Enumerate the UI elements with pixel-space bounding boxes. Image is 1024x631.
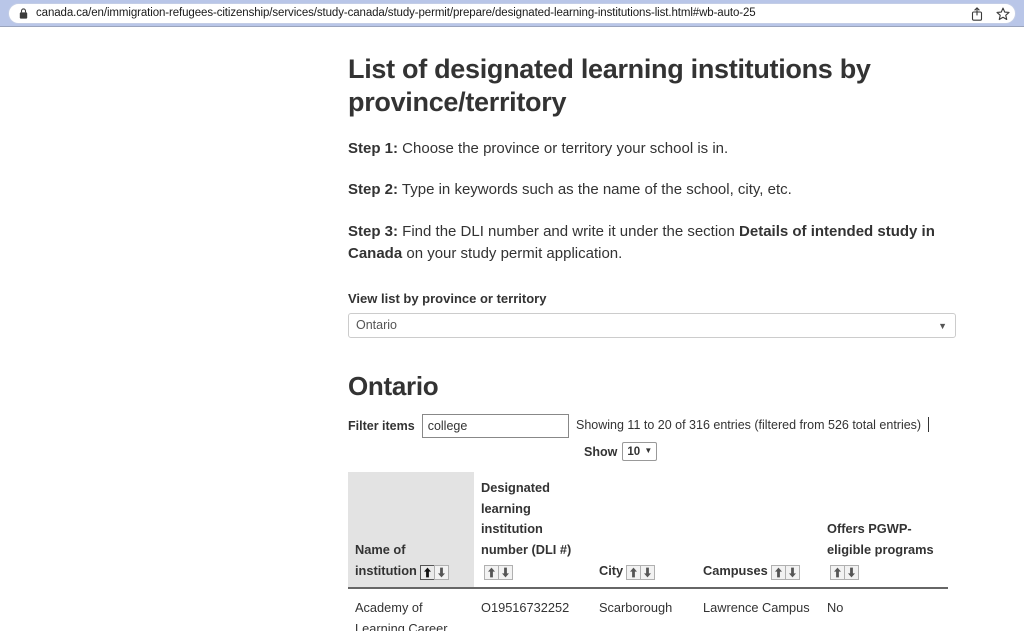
province-select-wrapper: Ontario ▼ [348, 312, 956, 338]
sort-descending-icon[interactable] [498, 564, 513, 580]
province-heading: Ontario [348, 370, 439, 401]
column-header-label: Campuses [703, 562, 768, 578]
step-1-label: Step 1: [348, 139, 399, 157]
filter-group: Filter items [348, 413, 569, 438]
sort-controls [770, 564, 800, 580]
sort-ascending-icon[interactable] [484, 564, 499, 580]
column-header-label: Name of institution [355, 542, 417, 578]
column-header-label: City [599, 562, 624, 578]
star-icon[interactable] [996, 7, 1010, 21]
sort-descending-icon[interactable] [844, 564, 859, 580]
sort-descending-icon[interactable] [433, 564, 449, 580]
sort-controls [830, 564, 859, 580]
table-header-row: Name of institution Designated learning … [348, 471, 948, 590]
table-info-text: Showing 11 to 20 of 316 entries (filtere… [576, 417, 922, 432]
step-3: Step 3: Find the DLI number and write it… [348, 221, 956, 266]
cell-dli: O19516732252 [474, 588, 592, 631]
filter-input[interactable] [421, 413, 569, 438]
browser-toolbar: canada.ca/en/immigration-refugees-citize… [0, 0, 1024, 27]
show-select-wrapper: 10 ▼ [622, 442, 658, 462]
share-icon[interactable] [971, 6, 983, 21]
step-1: Step 1: Choose the province or territory… [348, 138, 956, 161]
show-entries-select[interactable]: 10 [622, 442, 658, 462]
province-select-label: View list by province or territory [348, 290, 547, 306]
table-body: Academy of Learning Career and Business … [348, 588, 948, 631]
step-2-text: Type in keywords such as the name of the… [398, 181, 792, 199]
sort-ascending-icon[interactable] [770, 564, 786, 580]
dli-table: Name of institution Designated learning … [348, 471, 948, 631]
sort-controls [484, 564, 513, 580]
step-3-text-before: Find the DLI number and write it under t… [398, 222, 740, 240]
cell-name: Academy of Learning Career and Business … [348, 588, 474, 631]
sort-ascending-icon[interactable] [830, 564, 845, 580]
sort-descending-icon[interactable] [784, 564, 800, 580]
column-header-offers-pgwp[interactable]: Offers PGWP-eligible programs [820, 471, 948, 590]
table-info: Showing 11 to 20 of 316 entries (filtere… [576, 416, 930, 432]
cell-campuses: Lawrence Campus [696, 588, 820, 631]
sort-ascending-icon[interactable] [419, 564, 435, 580]
browser-actions [971, 0, 1010, 27]
province-select[interactable]: Ontario [348, 312, 956, 338]
url-text: canada.ca/en/immigration-refugees-citize… [36, 7, 756, 19]
column-header-dli-number[interactable]: Designated learning institution number (… [474, 471, 592, 590]
page-viewport: List of designated learning institutions… [0, 27, 1024, 631]
sort-descending-icon[interactable] [640, 564, 656, 580]
show-entries-group: Show 10 ▼ [584, 442, 658, 462]
step-2: Step 2: Type in keywords such as the nam… [348, 179, 956, 202]
show-label: Show [584, 444, 618, 459]
page-content: List of designated learning institutions… [348, 27, 956, 631]
step-3-text-after: on your study permit application. [402, 245, 623, 263]
table-row: Academy of Learning Career and Business … [348, 588, 948, 631]
cell-city: Scarborough [592, 588, 696, 631]
column-header-label: Designated learning institution number (… [481, 479, 572, 558]
padlock-icon [19, 7, 28, 19]
step-2-label: Step 2: [348, 181, 399, 199]
step-1-text: Choose the province or territory your sc… [398, 139, 729, 157]
column-header-label: Offers PGWP-eligible programs [827, 521, 934, 558]
column-header-name-of-institution[interactable]: Name of institution [348, 471, 474, 590]
text-caret [928, 416, 930, 432]
filter-label: Filter items [348, 418, 415, 433]
step-3-label: Step 3: [348, 222, 399, 240]
sort-ascending-icon[interactable] [626, 564, 642, 580]
column-header-campuses[interactable]: Campuses [696, 471, 820, 590]
cell-pgwp: No [820, 588, 948, 631]
address-bar[interactable]: canada.ca/en/immigration-refugees-citize… [8, 2, 1016, 24]
column-header-city[interactable]: City [592, 471, 696, 590]
table-controls: Filter items Showing 11 to 20 of 316 ent… [348, 413, 956, 464]
page-title: List of designated learning institutions… [348, 54, 871, 117]
sort-controls [419, 564, 449, 580]
sort-controls [626, 564, 656, 580]
table-head: Name of institution Designated learning … [348, 471, 948, 590]
